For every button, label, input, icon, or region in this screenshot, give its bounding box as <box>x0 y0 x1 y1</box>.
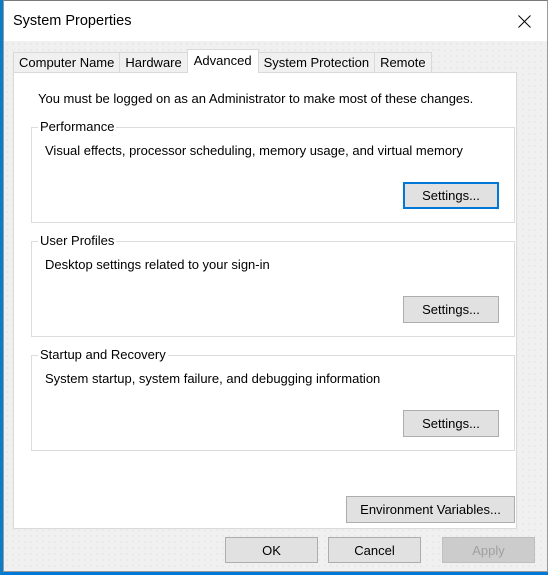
system-properties-dialog: System Properties Computer Name Hardware… <box>3 0 548 572</box>
performance-group: Performance Visual effects, processor sc… <box>31 119 515 223</box>
performance-settings-button[interactable]: Settings... <box>403 182 499 209</box>
startup-recovery-group-label: Startup and Recovery <box>38 347 168 363</box>
title-bar: System Properties <box>4 1 547 41</box>
tab-system-protection[interactable]: System Protection <box>257 52 376 73</box>
performance-group-label: Performance <box>38 119 117 135</box>
tab-computer-name[interactable]: Computer Name <box>13 52 121 73</box>
close-button[interactable] <box>501 1 547 41</box>
startup-recovery-settings-button[interactable]: Settings... <box>403 410 499 437</box>
user-profiles-settings-button[interactable]: Settings... <box>403 296 499 323</box>
startup-recovery-description: System startup, system failure, and debu… <box>45 371 381 386</box>
tab-hardware[interactable]: Hardware <box>119 52 188 73</box>
startup-recovery-group: Startup and Recovery System startup, sys… <box>31 347 515 451</box>
user-profiles-group-label: User Profiles <box>38 233 117 249</box>
user-profiles-group: User Profiles Desktop settings related t… <box>31 233 515 337</box>
apply-button[interactable]: Apply <box>442 537 535 563</box>
close-x-icon <box>517 14 531 28</box>
performance-description: Visual effects, processor scheduling, me… <box>45 143 463 158</box>
tab-remote[interactable]: Remote <box>374 52 432 73</box>
cancel-button[interactable]: Cancel <box>328 537 421 563</box>
admin-note: You must be logged on as an Administrato… <box>38 91 474 106</box>
user-profiles-description: Desktop settings related to your sign-in <box>45 257 270 272</box>
ok-button[interactable]: OK <box>225 537 318 563</box>
window-title: System Properties <box>13 13 132 29</box>
dialog-body: Computer Name Hardware Advanced System P… <box>4 41 547 571</box>
advanced-tab-panel: You must be logged on as an Administrato… <box>13 72 517 529</box>
tab-strip: Computer Name Hardware Advanced System P… <box>13 49 432 73</box>
environment-variables-button[interactable]: Environment Variables... <box>346 496 515 523</box>
tab-advanced[interactable]: Advanced <box>186 49 259 73</box>
